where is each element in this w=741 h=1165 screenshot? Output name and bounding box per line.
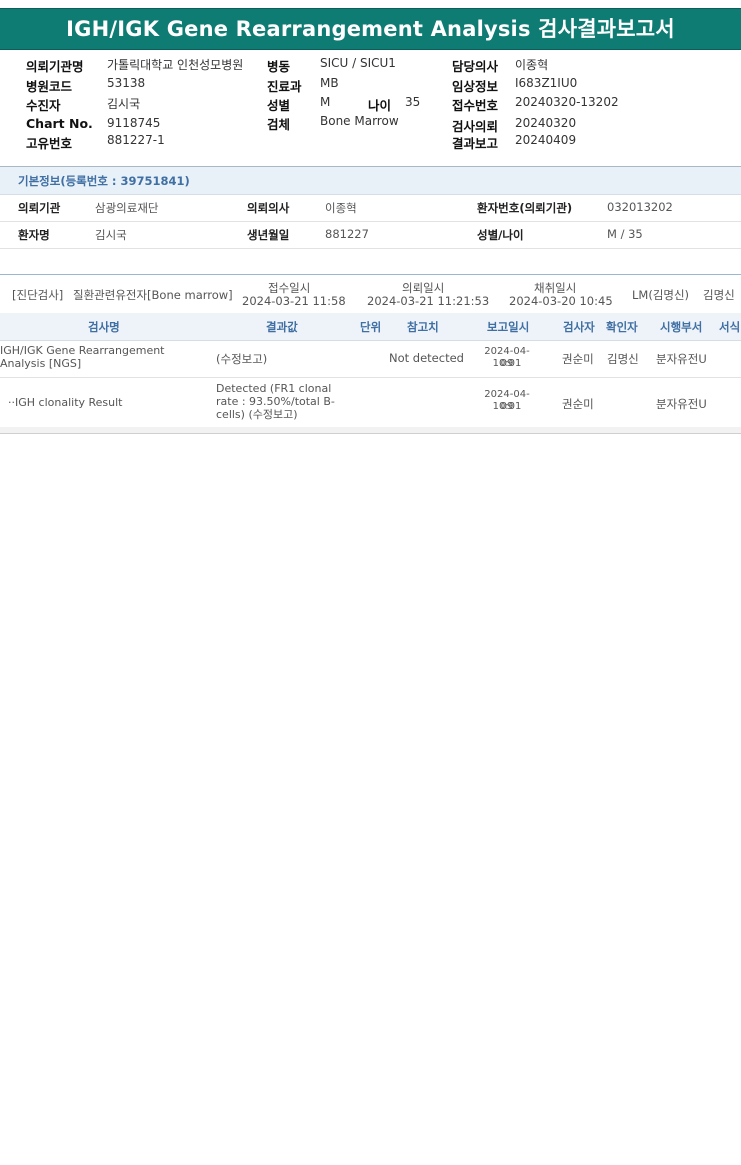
order-doctor: 김명신 (703, 288, 735, 302)
info-key-patient-name: 환자명 (18, 228, 50, 242)
header-label-specimen: 검체 (267, 117, 291, 132)
header-value-age: 35 (405, 95, 421, 109)
col-header-report-date: 보고일시 (487, 320, 530, 334)
header-value-doctor: 이종혁 (515, 58, 549, 72)
header-value-request-date: 20240320 (515, 116, 577, 130)
header-value-accession-no: 20240320-13202 (515, 95, 619, 109)
cell-department: 분자유전U (656, 352, 707, 366)
header-label-patient: 수진자 (26, 98, 61, 113)
header-value-specimen: Bone Marrow (320, 114, 399, 128)
basic-info-header: 기본정보(등록번호 : 39751841) (0, 166, 741, 195)
info-value-patient-name: 김시국 (95, 228, 127, 242)
header-label-sex: 성별 (267, 98, 291, 113)
results-table-header: 검사명 결과값 단위 참고치 보고일시 검사자 확인자 시행부서 서식 (0, 313, 741, 341)
header-label-unique-no: 고유번호 (26, 136, 73, 151)
header-label-clinical-info: 임상정보 (452, 79, 499, 94)
info-value-doctor: 이종혁 (325, 201, 357, 215)
header-value-clinical-info: I683Z1IU0 (515, 76, 578, 90)
col-header-confirmer: 확인자 (606, 320, 638, 334)
table-row[interactable]: ··IGH clonality Result Detected (FR1 clo… (0, 378, 741, 428)
header-value-report-date: 20240409 (515, 133, 577, 147)
info-value-birthdate: 881227 (325, 227, 369, 241)
cell-reference: Not detected (389, 351, 464, 365)
cell-test-name: IGH/IGK Gene Rearrangement Analysis [NGS… (0, 344, 165, 370)
header-value-unique-no: 881227-1 (107, 133, 165, 147)
info-key-sex-age: 성별/나이 (477, 228, 524, 242)
report-title: IGH/IGK Gene Rearrangement Analysis 검사결과… (0, 8, 741, 50)
info-key-doctor: 의뢰의사 (247, 201, 290, 215)
header-label-age: 나이 (368, 98, 392, 113)
header-value-chart-no: 9118745 (107, 116, 161, 130)
col-header-tester: 검사자 (563, 320, 595, 334)
cell-result: (수정보고) (216, 352, 268, 366)
col-header-reference: 참고치 (407, 320, 439, 334)
header-value-ward: SICU / SICU1 (320, 56, 396, 70)
order-collected-datetime: 2024-03-20 10:45 (509, 294, 613, 308)
header-label-institution: 의뢰기관명 (26, 59, 84, 74)
cell-confirmer: 김명신 (607, 352, 639, 366)
col-header-test-name: 검사명 (88, 320, 120, 334)
info-key-institution: 의뢰기관 (18, 201, 61, 215)
order-requested-datetime: 2024-03-21 11:21:53 (367, 294, 490, 308)
basic-info-row: 환자명 김시국 생년월일 881227 성별/나이 M / 35 (0, 221, 741, 249)
header-value-department: MB (320, 76, 339, 90)
col-header-form: 서식 (719, 320, 741, 334)
basic-info-heading: 기본정보(등록번호 : 39751841) (18, 174, 190, 188)
basic-info-row: 의뢰기관 삼광의료재단 의뢰의사 이종혁 환자번호(의뢰기관) 03201320… (0, 194, 741, 222)
order-lab: LM(김명신) (632, 288, 690, 302)
header-label-doctor: 담당의사 (452, 59, 499, 74)
info-value-sex-age: M / 35 (607, 227, 643, 241)
header-value-institution: 가톨릭대학교 인천성모병원 (107, 58, 244, 72)
order-received-datetime: 2024-03-21 11:58 (242, 294, 346, 308)
cell-tester: 권순미 (562, 352, 594, 366)
header-value-sex: M (320, 95, 331, 109)
cell-report-time: 10:01 (492, 358, 522, 369)
table-footer-divider (0, 427, 741, 434)
order-category: [진단검사] (12, 288, 64, 302)
cell-department: 분자유전U (656, 397, 707, 411)
header-label-hospital-code: 병원코드 (26, 79, 73, 94)
col-header-result: 결과값 (266, 320, 298, 334)
table-row[interactable]: IGH/IGK Gene Rearrangement Analysis [NGS… (0, 341, 741, 378)
info-value-patient-no: 032013202 (607, 200, 673, 214)
cell-test-name: ··IGH clonality Result (8, 396, 123, 409)
col-header-unit: 단위 (360, 320, 382, 334)
cell-tester: 권순미 (562, 397, 594, 411)
cell-result: Detected (FR1 clonal rate : 93.50%/total… (216, 382, 335, 421)
header-label-report-date: 결과보고 (452, 136, 499, 151)
cell-report-time: 10:01 (492, 401, 522, 412)
info-key-patient-no: 환자번호(의뢰기관) (477, 201, 573, 215)
info-value-institution: 삼광의료재단 (95, 201, 159, 215)
info-key-birthdate: 생년월일 (247, 228, 290, 242)
header-label-chart-no: Chart No. (26, 116, 93, 131)
header-label-department: 진료과 (267, 79, 302, 94)
col-header-department: 시행부서 (660, 320, 703, 334)
header-label-ward: 병동 (267, 59, 291, 74)
header-value-hospital-code: 53138 (107, 76, 146, 90)
order-test-name: 질환관련유전자[Bone marrow] (73, 288, 233, 302)
header-label-accession-no: 접수번호 (452, 98, 499, 113)
header-value-patient: 김시국 (107, 97, 141, 111)
order-summary: [진단검사] 질환관련유전자[Bone marrow] 접수일시 2024-03… (0, 274, 741, 314)
